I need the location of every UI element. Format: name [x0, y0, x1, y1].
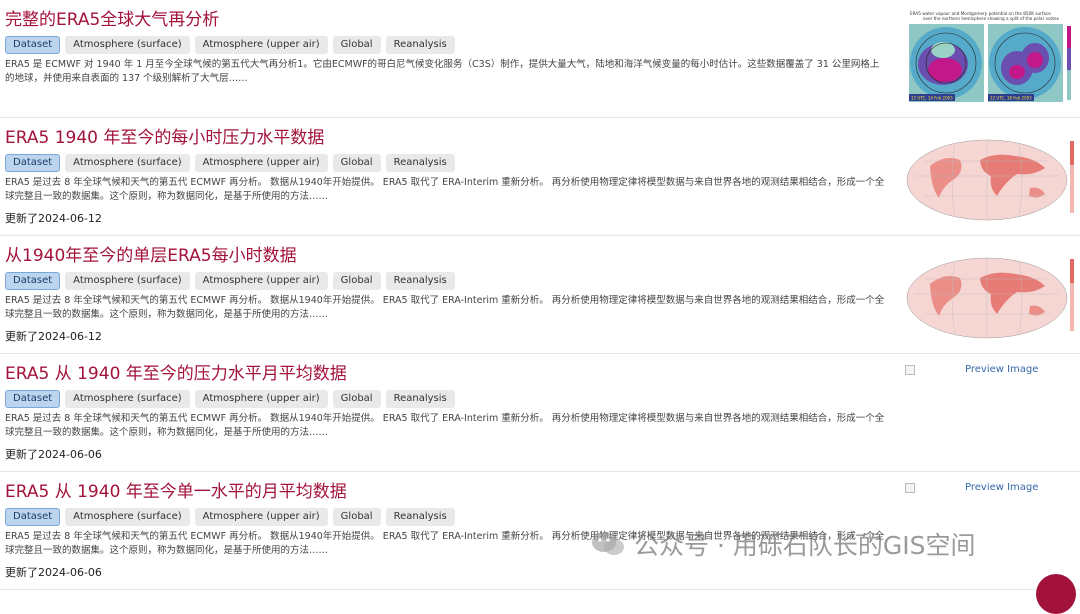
result-title-link[interactable]: ERA5 1940 年至今的每小时压力水平数据: [5, 127, 885, 149]
broken-image-icon: [905, 482, 915, 493]
result-title-link[interactable]: 从1940年至今的单层ERA5每小时数据: [5, 245, 885, 267]
tag-atmosphere-surface[interactable]: Atmosphere (surface): [65, 154, 190, 172]
result-title-link[interactable]: ERA5 从 1940 年至今的压力水平月平均数据: [5, 363, 885, 385]
broken-image-icon: [905, 364, 915, 375]
tag-dataset[interactable]: Dataset: [5, 154, 61, 172]
tag-atmosphere-surface[interactable]: Atmosphere (surface): [65, 508, 190, 526]
tag-list: Dataset Atmosphere (surface) Atmosphere …: [5, 272, 885, 290]
tag-atmosphere-upper-air[interactable]: Atmosphere (upper air): [194, 154, 328, 172]
result-title-link[interactable]: 完整的ERA5全球大气再分析: [5, 9, 885, 31]
watermark-text: 公众号 · 用砾石队长的GIS空间: [634, 531, 976, 560]
result-description: ERA5 是过去 8 年全球气候和天气的第五代 ECMWF 再分析。 数据从19…: [5, 413, 885, 438]
svg-text:12 UTC, 18 Feb 2003: 12 UTC, 18 Feb 2003: [990, 96, 1032, 101]
dataset-result-list: 完整的ERA5全球大气再分析 Dataset Atmosphere (surfa…: [0, 0, 1080, 590]
result-item: 从1940年至今的单层ERA5每小时数据 Dataset Atmosphere …: [0, 236, 1080, 354]
updated-date: 更新了2024-06-12: [5, 330, 102, 343]
tag-global[interactable]: Global: [332, 272, 381, 290]
tag-global[interactable]: Global: [332, 390, 381, 408]
tag-list: Dataset Atmosphere (surface) Atmosphere …: [5, 390, 885, 408]
result-text: 完整的ERA5全球大气再分析 Dataset Atmosphere (surfa…: [5, 0, 885, 86]
tag-atmosphere-surface[interactable]: Atmosphere (surface): [65, 390, 190, 408]
result-text: ERA5 从 1940 年至今的压力水平月平均数据 Dataset Atmosp…: [5, 354, 885, 462]
tag-list: Dataset Atmosphere (surface) Atmosphere …: [5, 36, 885, 54]
result-description: ERA5 是 ECMWF 对 1940 年 1 月至今全球气候的第五代大气再分析…: [5, 59, 880, 84]
tag-global[interactable]: Global: [332, 154, 381, 172]
result-text: 从1940年至今的单层ERA5每小时数据 Dataset Atmosphere …: [5, 236, 885, 344]
tag-reanalysis[interactable]: Reanalysis: [385, 154, 455, 172]
tag-atmosphere-upper-air[interactable]: Atmosphere (upper air): [194, 390, 328, 408]
tag-global[interactable]: Global: [332, 36, 381, 54]
svg-text:over the northern hemisphere s: over the northern hemisphere showing a s…: [923, 16, 1060, 21]
updated-date: 更新了2024-06-06: [5, 566, 102, 579]
preview-image-placeholder[interactable]: Preview Image: [905, 482, 1038, 493]
svg-text:12 UTC, 14 Feb 2003: 12 UTC, 14 Feb 2003: [911, 96, 953, 101]
tag-list: Dataset Atmosphere (surface) Atmosphere …: [5, 154, 885, 172]
result-item: 完整的ERA5全球大气再分析 Dataset Atmosphere (surfa…: [0, 0, 1080, 118]
tag-reanalysis[interactable]: Reanalysis: [385, 272, 455, 290]
tag-atmosphere-surface[interactable]: Atmosphere (surface): [65, 36, 190, 54]
updated-date: 更新了2024-06-06: [5, 448, 102, 461]
tag-atmosphere-surface[interactable]: Atmosphere (surface): [65, 272, 190, 290]
polar-vortex-thumbnail[interactable]: ERA5 water vapour and Montgomery potenti…: [905, 8, 1080, 106]
world-temperature-map-thumbnail[interactable]: [905, 244, 1080, 342]
wechat-logo-icon: [592, 532, 624, 555]
tag-dataset[interactable]: Dataset: [5, 36, 61, 54]
corner-badge-icon: [1036, 574, 1076, 614]
tag-dataset[interactable]: Dataset: [5, 508, 61, 526]
result-description: ERA5 是过去 8 年全球气候和天气的第五代 ECMWF 再分析。 数据从19…: [5, 295, 885, 320]
world-temperature-map-thumbnail[interactable]: [905, 126, 1080, 224]
result-text: ERA5 1940 年至今的每小时压力水平数据 Dataset Atmosphe…: [5, 118, 885, 226]
tag-atmosphere-upper-air[interactable]: Atmosphere (upper air): [194, 272, 328, 290]
tag-reanalysis[interactable]: Reanalysis: [385, 36, 455, 54]
result-item: ERA5 从 1940 年至今的压力水平月平均数据 Dataset Atmosp…: [0, 354, 1080, 472]
tag-atmosphere-upper-air[interactable]: Atmosphere (upper air): [194, 36, 328, 54]
result-item: ERA5 1940 年至今的每小时压力水平数据 Dataset Atmosphe…: [0, 118, 1080, 236]
tag-dataset[interactable]: Dataset: [5, 390, 61, 408]
tag-atmosphere-upper-air[interactable]: Atmosphere (upper air): [194, 508, 328, 526]
updated-date: 更新了2024-06-12: [5, 212, 102, 225]
preview-image-label: Preview Image: [965, 482, 1039, 493]
result-description: ERA5 是过去 8 年全球气候和天气的第五代 ECMWF 再分析。 数据从19…: [5, 177, 885, 202]
preview-image-label: Preview Image: [965, 364, 1039, 375]
preview-image-placeholder[interactable]: Preview Image: [905, 364, 1038, 375]
tag-reanalysis[interactable]: Reanalysis: [385, 508, 455, 526]
result-title-link[interactable]: ERA5 从 1940 年至今单一水平的月平均数据: [5, 481, 885, 503]
tag-dataset[interactable]: Dataset: [5, 272, 61, 290]
tag-global[interactable]: Global: [332, 508, 381, 526]
watermark: 公众号 · 用砾石队长的GIS空间: [590, 522, 1060, 566]
tag-reanalysis[interactable]: Reanalysis: [385, 390, 455, 408]
